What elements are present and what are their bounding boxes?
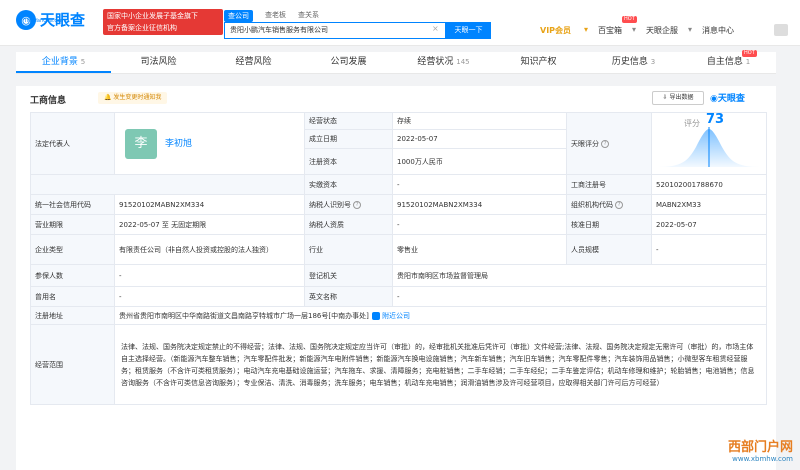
official-badge: 国家中小企业发展子基金旗下 官方备案企业征信机构 — [103, 9, 223, 35]
credit-code-label: 统一社会信用代码 — [30, 194, 115, 215]
tab-development[interactable]: 公司发展 — [301, 52, 396, 73]
founded-value: 2022-05-07 — [392, 129, 568, 150]
org-code-value: MABN2XM33 — [651, 194, 768, 215]
scope-label: 经营范围 — [30, 324, 115, 405]
export-icon: ⇩ — [662, 94, 668, 101]
reg-no-label: 工商注册号 — [566, 174, 653, 195]
reg-no-value: 520102001788670 — [651, 174, 768, 195]
address-cell: 贵州省贵阳市南明区中华南路街道文昌南路亨特城市广场一层186号[中南办事处] 附… — [113, 306, 768, 325]
nav-vip[interactable]: VIP会员 — [540, 25, 571, 36]
score-cell[interactable]: 评分 73 — [651, 112, 768, 175]
address-label: 注册地址 — [30, 306, 115, 325]
logo-sub: TianYanCha.com — [24, 18, 66, 24]
taxpayer-id-value: 91520102MABN2XM334 — [392, 194, 568, 215]
search-input[interactable]: 贵阳小鹏汽车销售服务有限公司 — [224, 22, 446, 39]
reg-capital-value: 1000万人民币 — [392, 148, 568, 175]
credit-code-value: 91520102MABN2XM334 — [113, 194, 306, 215]
reg-capital-label: 注册资本 — [304, 148, 394, 175]
english-name-value: - — [392, 286, 768, 307]
tab-background[interactable]: 企业背景 5 — [16, 52, 111, 73]
taxpayer-id-label: 纳税人识别号? — [304, 194, 394, 215]
scope-value: 法律、法规、国务院决定规定禁止的不得经营；法律、法规、国务院决定规定应当许可（审… — [113, 324, 768, 405]
type-label: 企业类型 — [30, 234, 115, 265]
watermark-top: 西部门户网 — [727, 440, 793, 455]
tab-operation-status[interactable]: 经营状况 145 — [396, 52, 491, 73]
search-clear-icon[interactable]: × — [432, 24, 439, 33]
chevron-down-icon: ▾ — [584, 25, 589, 34]
industry-value: 零售业 — [392, 234, 568, 265]
card-title: 工商信息 — [30, 96, 67, 106]
notify-change-button[interactable]: 🔔 发生变更时通知我 — [98, 92, 168, 104]
blank-cell — [29, 174, 306, 195]
question-icon[interactable]: ? — [615, 200, 624, 209]
chevron-down-icon: ▾ — [632, 25, 637, 34]
legal-rep-name[interactable]: 李初旭 — [165, 139, 192, 149]
search-button[interactable]: 天眼一下 — [446, 22, 491, 39]
former-name-label: 曾用名 — [30, 286, 115, 307]
watermark-bottom: www.xbmhw.com — [732, 455, 793, 463]
question-icon[interactable]: ? — [353, 200, 362, 209]
score-title: 评分 — [684, 119, 701, 128]
user-avatar[interactable] — [774, 24, 788, 36]
score-label-cell: 天眼评分? — [566, 112, 653, 175]
authority-value: 贵阳市南明区市场监督管理局 — [392, 264, 768, 287]
taxpayer-qual-value: - — [392, 214, 568, 235]
paid-capital-value: - — [392, 174, 568, 195]
tab-self-info[interactable]: 自主信息 1 — [681, 52, 776, 73]
insured-label: 参保人数 — [30, 264, 115, 287]
tab-operation-risk[interactable]: 经营风险 — [206, 52, 301, 73]
tab-legal-risk[interactable]: 司法风险 — [111, 52, 206, 73]
former-name-value: - — [113, 286, 306, 307]
org-code-label: 组织机构代码? — [566, 194, 653, 215]
section-tabs: 企业背景 5 司法风险 经营风险 公司发展 经营状况 145 知识产权 历史信息… — [16, 52, 776, 74]
address-value: 贵州省贵阳市南明区中华南路街道文昌南路亨特城市广场一层186号[中南办事处] — [119, 311, 369, 320]
nearby-companies-link[interactable]: 附近公司 — [382, 312, 410, 320]
term-label: 营业期限 — [30, 214, 115, 235]
nav-toolbox[interactable]: 百宝箱 — [598, 25, 622, 36]
industry-label: 行业 — [304, 234, 394, 265]
status-label: 经营状态 — [304, 111, 394, 131]
chevron-down-icon: ▾ — [688, 25, 693, 34]
legal-rep-label: 法定代表人 — [30, 112, 115, 175]
approval-value: 2022-05-07 — [651, 214, 768, 235]
search-tabs: 查公司 查老板 查关系 — [224, 10, 319, 22]
score-value: 73 — [706, 112, 725, 127]
business-info-card: 工商信息 🔔 发生变更时通知我 ⇩ 导出数据 ◉天眼查 法定代表人 李李初旭 经… — [16, 86, 776, 470]
type-value: 有限责任公司（非自然人投资或控股的法人独资） — [113, 234, 306, 265]
bell-icon: 🔔 — [104, 94, 112, 101]
avatar: 李 — [125, 128, 157, 159]
search-tab-boss[interactable]: 查老板 — [265, 10, 286, 22]
approval-label: 核准日期 — [566, 214, 653, 235]
info-table: 法定代表人 李李初旭 经营状态 存续 天眼评分? 评分 73 成立日期 2022… — [29, 111, 768, 405]
staff-size-label: 人员规模 — [566, 234, 653, 265]
nav-enterprise[interactable]: 天眼企服 — [646, 25, 678, 36]
tab-history[interactable]: 历史信息 3 — [586, 52, 681, 73]
status-value: 存续 — [392, 111, 568, 131]
authority-label: 登记机关 — [304, 264, 394, 287]
eye-logo-icon: ◉ — [710, 94, 718, 104]
term-value: 2022-05-07 至 无固定期限 — [113, 214, 306, 235]
badge-line-2: 官方备案企业征信机构 — [107, 24, 177, 32]
nav-messages[interactable]: 消息中心 — [702, 25, 734, 36]
legal-rep-cell: 李李初旭 — [113, 112, 306, 175]
question-icon[interactable]: ? — [601, 139, 610, 148]
brand-logo: ◉天眼查 — [710, 94, 745, 104]
location-icon — [371, 311, 380, 320]
search-tab-relation[interactable]: 查关系 — [298, 10, 319, 22]
taxpayer-qual-label: 纳税人资质 — [304, 214, 394, 235]
tab-ip[interactable]: 知识产权 — [491, 52, 586, 73]
staff-size-value: - — [651, 234, 768, 265]
watermark: 西部门户网 www.xbmhw.com — [689, 436, 793, 466]
english-name-label: 英文名称 — [304, 286, 394, 307]
paid-capital-label: 实缴资本 — [304, 174, 394, 195]
insured-value: - — [113, 264, 306, 287]
search-tab-company[interactable]: 查公司 — [224, 10, 253, 22]
top-bar: ◉ 天眼查 TianYanCha.com 国家中小企业发展子基金旗下 官方备案企… — [0, 0, 800, 46]
hot-badge: HOT — [622, 16, 637, 23]
export-button[interactable]: ⇩ 导出数据 — [652, 91, 704, 105]
badge-line-1: 国家中小企业发展子基金旗下 — [107, 12, 198, 20]
hot-badge: HOT — [742, 50, 757, 57]
founded-label: 成立日期 — [304, 129, 394, 150]
